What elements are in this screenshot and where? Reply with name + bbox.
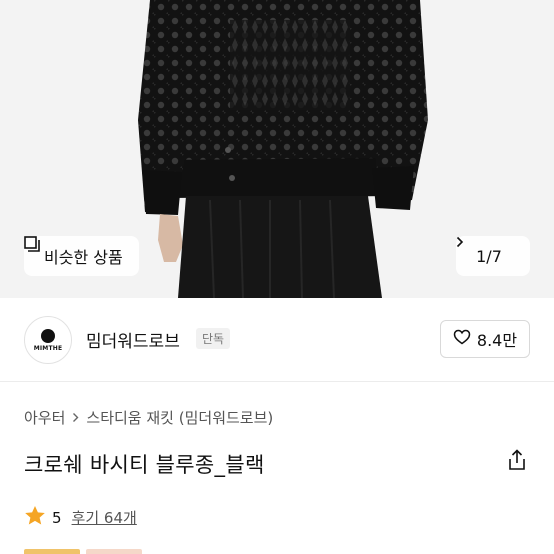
brand-name-link[interactable]: 밈더워드로브 <box>86 327 180 352</box>
brand-logo[interactable]: MIMTHE <box>24 316 72 364</box>
heart-icon <box>453 329 471 349</box>
brand-logo-mark-icon <box>41 328 55 343</box>
brand-logo-text: MIMTHE <box>33 344 63 352</box>
product-image-carousel[interactable]: 비슷한 상품 1/7 <box>0 0 554 298</box>
breadcrumb-subcategory[interactable]: 스타디움 재킷 (밈더워드로브) <box>86 407 273 428</box>
reviews-link[interactable]: 후기 64개 <box>72 507 137 528</box>
tag-strip-2 <box>86 549 142 554</box>
rating-row: 5 후기 64개 <box>24 505 137 530</box>
share-button[interactable] <box>504 448 530 476</box>
similar-products-label: 비슷한 상품 <box>44 248 123 267</box>
bottom-tags <box>24 549 142 554</box>
chevron-right-icon <box>72 409 79 427</box>
share-icon <box>507 449 527 475</box>
similar-products-button[interactable]: 비슷한 상품 <box>24 236 139 276</box>
brand-row: MIMTHE 밈더워드로브 단독 8.4만 <box>0 298 554 382</box>
brand-like-button[interactable]: 8.4만 <box>440 320 530 358</box>
image-counter-button[interactable]: 1/7 <box>456 236 530 276</box>
image-counter-text: 1/7 <box>476 246 502 266</box>
exclusive-badge: 단독 <box>196 328 231 349</box>
like-count: 8.4만 <box>476 331 518 350</box>
rating-score: 5 <box>52 508 62 527</box>
breadcrumb: 아우터 스타디움 재킷 (밈더워드로브) <box>24 407 273 428</box>
product-title: 크로쉐 바시티 블루종_블랙 <box>24 453 265 477</box>
breadcrumb-category[interactable]: 아우터 <box>24 407 65 428</box>
star-icon <box>24 505 46 530</box>
tag-strip-1 <box>24 549 80 554</box>
